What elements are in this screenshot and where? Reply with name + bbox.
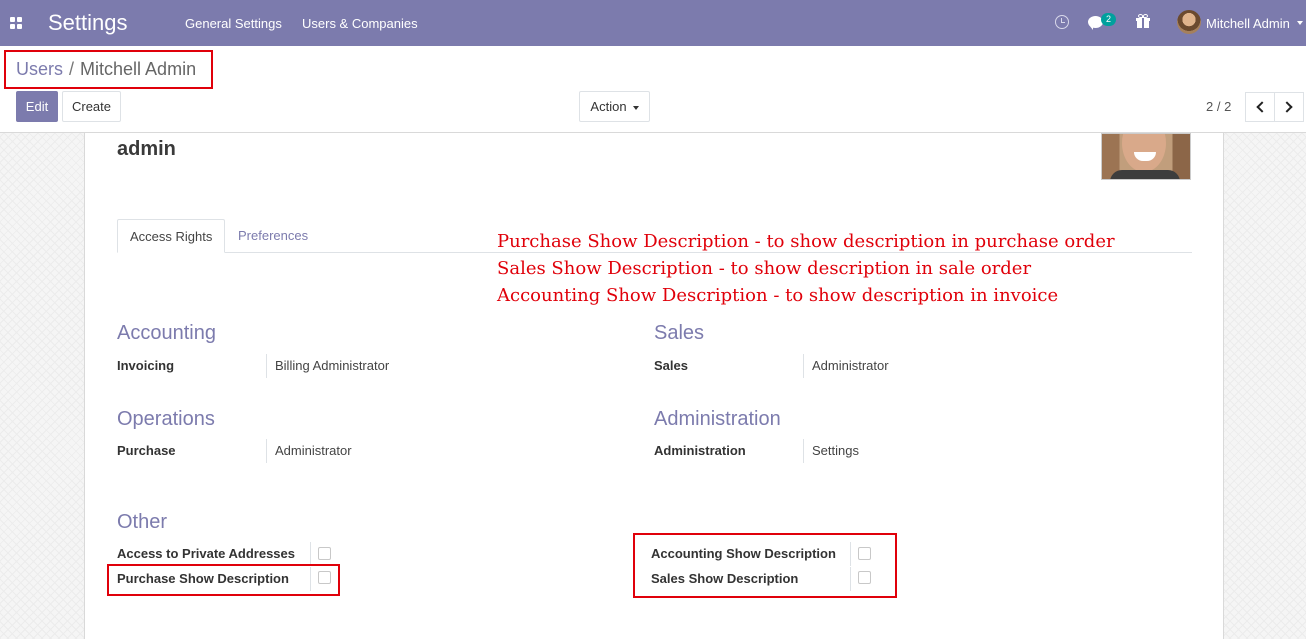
- annotation-purchase: Purchase Show Description - to show desc…: [497, 231, 1115, 252]
- pager-value[interactable]: 2 / 2: [1206, 99, 1231, 114]
- create-button[interactable]: Create: [62, 91, 121, 122]
- field-label-purchase: Purchase: [117, 443, 176, 458]
- action-dropdown[interactable]: Action: [579, 91, 650, 122]
- purchase-highlight-box: [107, 564, 340, 596]
- field-separator: [310, 542, 311, 566]
- app-title: Settings: [48, 10, 128, 35]
- menu-users-companies[interactable]: Users & Companies: [302, 16, 418, 31]
- pager-next-button[interactable]: [1274, 92, 1304, 122]
- field-value-invoicing: Billing Administrator: [275, 358, 390, 373]
- record-name: admin: [117, 138, 176, 160]
- annotation-accounting: Accounting Show Description - to show de…: [497, 285, 1059, 306]
- apps-menu-icon[interactable]: [10, 17, 22, 29]
- user-photo[interactable]: [1101, 133, 1191, 180]
- activity-clock-icon[interactable]: [1055, 15, 1069, 29]
- field-separator: [803, 354, 804, 378]
- field-separator: [266, 439, 267, 463]
- group-title-operations: Operations: [117, 408, 215, 430]
- field-separator: [266, 354, 267, 378]
- chevron-right-icon: [1281, 101, 1293, 113]
- breadcrumb-highlight-box: [4, 50, 213, 89]
- group-title-administration: Administration: [654, 408, 781, 430]
- chevron-left-icon: [1256, 101, 1268, 113]
- action-label: Action: [590, 99, 627, 114]
- top-navbar: Settings General Settings Users & Compan…: [0, 0, 1306, 46]
- control-panel: Users / Mitchell Admin Edit Create Action …: [0, 46, 1306, 133]
- field-separator: [803, 439, 804, 463]
- accounting-sales-highlight-box: [633, 533, 897, 598]
- user-avatar[interactable]: [1177, 10, 1201, 34]
- gift-icon[interactable]: [1136, 14, 1150, 28]
- field-value-administration: Settings: [812, 443, 859, 458]
- checkbox-private-addresses[interactable]: [318, 547, 331, 560]
- user-menu-name[interactable]: Mitchell Admin: [1206, 16, 1290, 31]
- group-title-other: Other: [117, 511, 168, 533]
- tab-preferences[interactable]: Preferences: [226, 219, 320, 253]
- user-menu-caret-icon[interactable]: [1297, 21, 1303, 25]
- messages-badge: 2: [1101, 13, 1116, 26]
- field-value-purchase: Administrator: [275, 443, 352, 458]
- pager-previous-button[interactable]: [1245, 92, 1275, 122]
- group-title-accounting: Accounting: [117, 322, 216, 344]
- annotation-sales: Sales Show Description - to show descrip…: [497, 258, 1032, 279]
- field-label-administration: Administration: [654, 443, 746, 458]
- edit-button[interactable]: Edit: [16, 91, 58, 122]
- group-title-sales: Sales: [654, 322, 705, 344]
- field-label-invoicing: Invoicing: [117, 358, 175, 373]
- field-label-sales: Sales: [654, 358, 688, 373]
- tab-access-rights[interactable]: Access Rights: [117, 219, 226, 253]
- menu-general-settings[interactable]: General Settings: [185, 16, 282, 31]
- field-label-private-addresses: Access to Private Addresses: [117, 546, 296, 561]
- action-caret-icon: [632, 105, 639, 110]
- field-value-sales: Administrator: [812, 358, 889, 373]
